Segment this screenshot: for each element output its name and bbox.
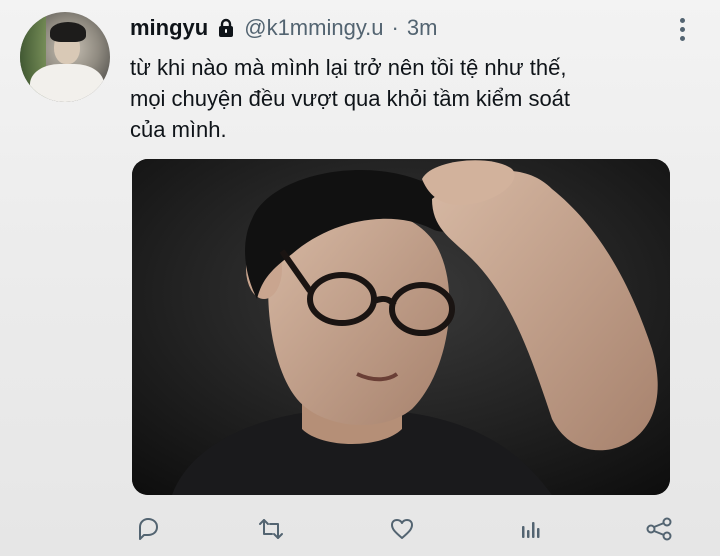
tweet-text-line: mọi chuyện đều vượt qua khỏi tầm kiểm so… — [130, 86, 571, 111]
analytics-icon[interactable] — [516, 514, 546, 544]
tweet-text: từ khi nào mà mình lại trở nên tồi tệ nh… — [130, 52, 690, 145]
share-icon[interactable] — [644, 514, 674, 544]
tweet-header: mingyu @k1mmingy.u · 3m — [130, 14, 437, 42]
avatar[interactable] — [20, 12, 110, 102]
display-name[interactable]: mingyu — [130, 14, 208, 42]
avatar-shirt — [30, 64, 104, 102]
timestamp[interactable]: 3m — [407, 14, 438, 42]
retweet-icon[interactable] — [256, 514, 286, 544]
reply-icon[interactable] — [133, 514, 163, 544]
tweet-text-line: từ khi nào mà mình lại trở nên tồi tệ nh… — [130, 55, 567, 80]
more-vertical-icon[interactable] — [672, 14, 692, 44]
lock-icon — [219, 18, 234, 37]
photo-illustration — [132, 159, 670, 495]
tweet-photo[interactable] — [132, 159, 670, 495]
separator-dot: · — [391, 15, 399, 40]
tweet-text-line: của mình. — [130, 117, 227, 142]
avatar-hair — [50, 22, 86, 42]
heart-icon[interactable] — [387, 514, 417, 544]
tweet-actions — [0, 506, 720, 546]
handle[interactable]: @k1mmingy.u — [244, 14, 383, 42]
